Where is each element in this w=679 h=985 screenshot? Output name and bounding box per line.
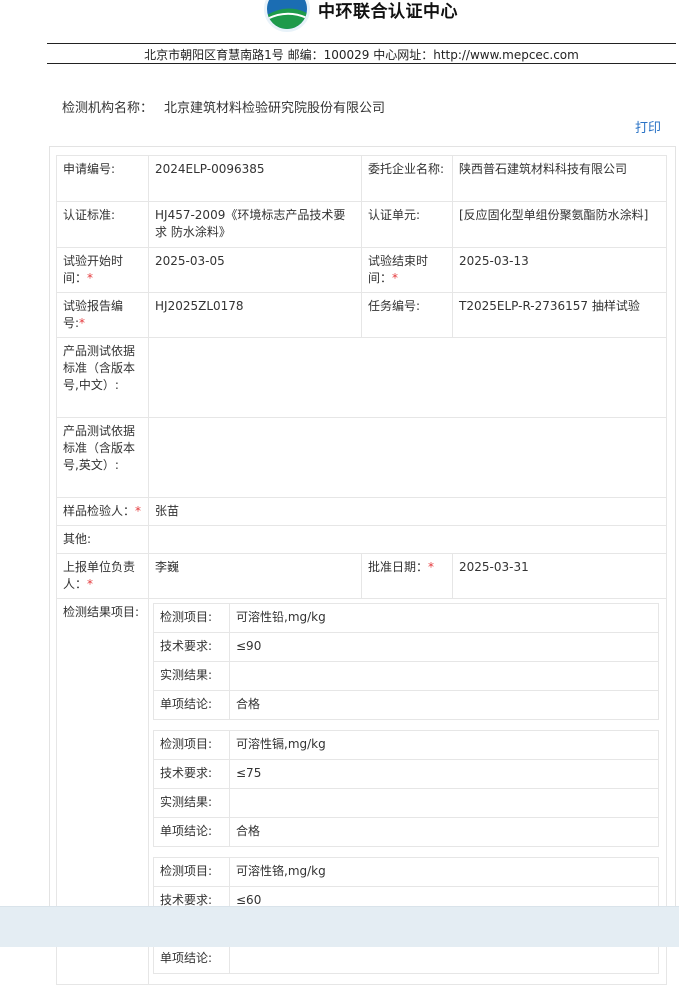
result-requirement-value: ≤75: [229, 759, 659, 789]
table-row: 产品测试依据标准（含版本号,英文）:: [56, 417, 667, 498]
result-item-value: 可溶性镉,mg/kg: [229, 730, 659, 760]
header-divider-bottom: [47, 63, 676, 64]
end-date-value: 2025-03-13: [452, 247, 667, 293]
application-no-value: 2024ELP-0096385: [148, 155, 362, 202]
required-mark: *: [428, 560, 435, 574]
institution-value: 北京建筑材料检验研究院股份有限公司: [164, 101, 386, 116]
result-table: 检测项目: 可溶性铅,mg/kg 技术要求: ≤90 实测结果: 单项结论: 合格: [153, 603, 659, 720]
reporter-label: 上报单位负责人：: [63, 560, 136, 591]
report-header: 中环联合认证中心: [0, 0, 679, 36]
other-value: [148, 525, 667, 554]
required-mark: *: [392, 271, 399, 285]
table-row: 试验开始时间：* 2025-03-05 试验结束时间：* 2025-03-13: [56, 247, 667, 293]
result-row: 检测项目: 可溶性铬,mg/kg: [153, 857, 659, 887]
inspector-label: 样品检验人：: [63, 504, 136, 518]
required-mark: *: [79, 316, 86, 330]
standard-label: 认证标准:: [56, 201, 149, 248]
result-row: 单项结论: 合格: [153, 817, 659, 847]
report-no-label: 试验报告编号:: [63, 299, 124, 330]
table-row: 样品检验人：* 张苗: [56, 497, 667, 526]
unit-value: [反应固化型单组份聚氨酯防水涂料]: [452, 201, 667, 248]
result-conclusion-label: 单项结论:: [153, 944, 230, 974]
application-no-label: 申请编号:: [56, 155, 149, 202]
result-item-value: 可溶性铅,mg/kg: [229, 603, 659, 633]
result-conclusion-value: 合格: [229, 817, 659, 847]
result-row: 检测项目: 可溶性铅,mg/kg: [153, 603, 659, 633]
result-measured-value: [229, 788, 659, 818]
result-measured-label: 实测结果:: [153, 661, 230, 691]
result-item-label: 检测项目:: [153, 730, 230, 760]
table-row: 申请编号: 2024ELP-0096385 委托企业名称: 陕西普石建筑材料科技…: [56, 155, 667, 202]
report-no-value: HJ2025ZL0178: [148, 292, 362, 338]
table-row: 其他:: [56, 525, 667, 554]
report-no-cell: 试验报告编号:*: [56, 292, 149, 338]
result-conclusion-value: [229, 944, 659, 974]
unit-label: 认证单元:: [361, 201, 453, 248]
result-measured-label: 实测结果:: [153, 788, 230, 818]
inspector-cell: 样品检验人：*: [56, 497, 149, 526]
required-mark: *: [87, 577, 94, 591]
result-item-label: 检测项目:: [153, 603, 230, 633]
basis-en-label: 产品测试依据标准（含版本号,英文）:: [56, 417, 149, 498]
approve-date-label: 批准日期：: [368, 560, 429, 574]
result-conclusion-value: 合格: [229, 690, 659, 720]
report-table: 申请编号: 2024ELP-0096385 委托企业名称: 陕西普石建筑材料科技…: [56, 155, 667, 985]
bottom-overlay: [0, 906, 679, 947]
reporter-cell: 上报单位负责人：*: [56, 553, 149, 599]
basis-cn-label: 产品测试依据标准（含版本号,中文）:: [56, 337, 149, 418]
result-row: 技术要求: ≤90: [153, 632, 659, 662]
header-divider-top: [47, 43, 676, 44]
org-name: 中环联合认证中心: [318, 2, 458, 22]
institution-label: 检测机构名称：: [62, 101, 154, 116]
approve-date-cell: 批准日期：*: [361, 553, 453, 599]
result-row: 单项结论:: [153, 944, 659, 974]
result-requirement-label: 技术要求:: [153, 632, 230, 662]
result-table: 检测项目: 可溶性镉,mg/kg 技术要求: ≤75 实测结果: 单项结论: 合格: [153, 730, 659, 847]
other-label: 其他:: [56, 525, 149, 554]
table-row: 上报单位负责人：* 李巍 批准日期：* 2025-03-31: [56, 553, 667, 599]
result-item-label: 检测项目:: [153, 857, 230, 887]
result-row: 技术要求: ≤75: [153, 759, 659, 789]
client-value: 陕西普石建筑材料科技有限公司: [452, 155, 667, 202]
task-no-label: 任务编号:: [361, 292, 453, 338]
result-row: 实测结果:: [153, 661, 659, 691]
required-mark: *: [87, 271, 94, 285]
table-row: 产品测试依据标准（含版本号,中文）:: [56, 337, 667, 418]
task-no-value: T2025ELP-R-2736157 抽样试验: [452, 292, 667, 338]
required-mark: *: [135, 504, 142, 518]
cec-logo-icon: [264, 0, 310, 32]
inspector-value: 张苗: [148, 497, 667, 526]
org-address: 北京市朝阳区育慧南路1号 邮编：100029 中心网址：http://www.m…: [144, 48, 579, 62]
result-measured-value: [229, 661, 659, 691]
start-date-cell: 试验开始时间：*: [56, 247, 149, 293]
table-row: 试验报告编号:* HJ2025ZL0178 任务编号: T2025ELP-R-2…: [56, 292, 667, 338]
client-label: 委托企业名称:: [361, 155, 453, 202]
standard-value: HJ457-2009《环境标志产品技术要求 防水涂料》: [148, 201, 362, 248]
table-row: 认证标准: HJ457-2009《环境标志产品技术要求 防水涂料》 认证单元: …: [56, 201, 667, 248]
reporter-value: 李巍: [148, 553, 362, 599]
result-row: 实测结果:: [153, 788, 659, 818]
result-row: 单项结论: 合格: [153, 690, 659, 720]
approve-date-value: 2025-03-31: [452, 553, 667, 599]
end-date-cell: 试验结束时间：*: [361, 247, 453, 293]
result-requirement-label: 技术要求:: [153, 759, 230, 789]
basis-cn-value: [148, 337, 667, 418]
result-item-value: 可溶性铬,mg/kg: [229, 857, 659, 887]
print-link[interactable]: 打印: [635, 117, 661, 136]
result-requirement-value: ≤90: [229, 632, 659, 662]
result-conclusion-label: 单项结论:: [153, 690, 230, 720]
result-row: 检测项目: 可溶性镉,mg/kg: [153, 730, 659, 760]
start-date-value: 2025-03-05: [148, 247, 362, 293]
result-conclusion-label: 单项结论:: [153, 817, 230, 847]
basis-en-value: [148, 417, 667, 498]
